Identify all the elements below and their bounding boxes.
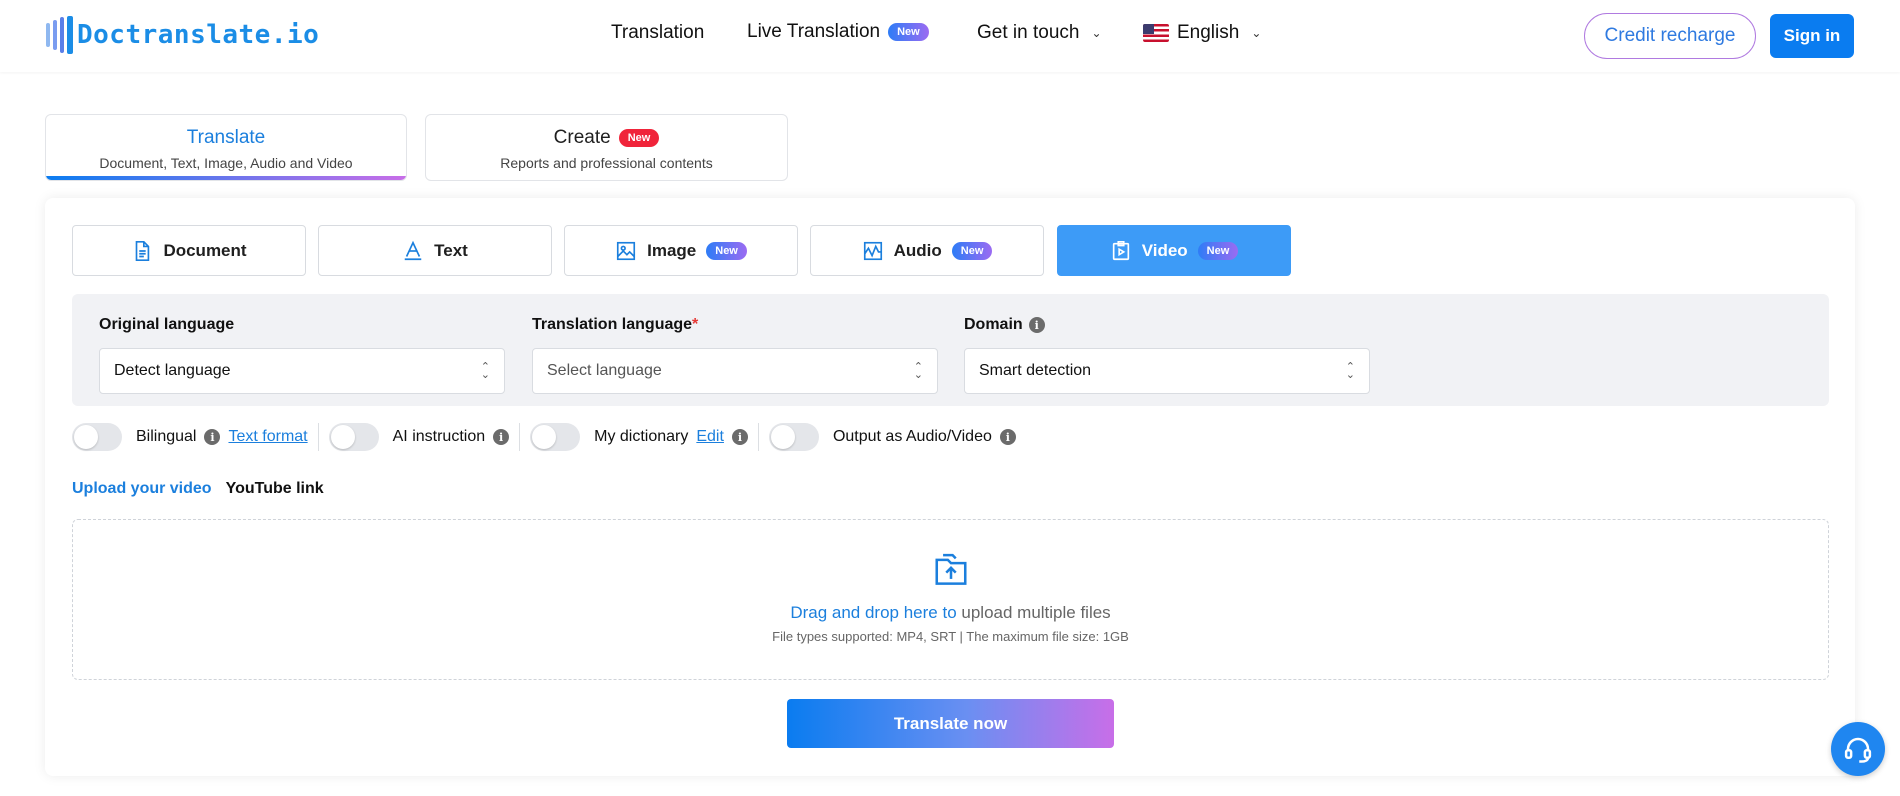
sign-in-button[interactable]: Sign in <box>1770 14 1854 58</box>
mode-create-subtitle: Reports and professional contents <box>500 155 713 171</box>
file-types-note: File types supported: MP4, SRT | The max… <box>772 629 1129 644</box>
translation-language-select[interactable]: Select language ⌃ ⌄ <box>532 348 938 394</box>
audio-icon <box>863 241 882 260</box>
domain-label: Domain <box>964 316 1023 333</box>
info-icon[interactable]: i <box>999 429 1016 445</box>
tab-youtube-link[interactable]: YouTube link <box>226 480 324 498</box>
translation-language-field: Translation language * Select language ⌃ ⌄ <box>532 314 938 394</box>
my-dictionary-option: My dictionary Edit i <box>530 423 758 451</box>
tab-image[interactable]: Image New <box>564 225 798 276</box>
logo-mark-icon <box>46 16 73 54</box>
ai-instruction-toggle[interactable] <box>328 423 379 451</box>
divider <box>519 423 521 451</box>
nav-translation[interactable]: Translation <box>611 22 704 44</box>
new-badge: New <box>1197 241 1239 260</box>
edit-dictionary-link[interactable]: Edit <box>696 428 724 446</box>
text-icon <box>404 240 422 260</box>
info-icon[interactable]: i <box>1028 317 1045 333</box>
bilingual-option: Bilingual i Text format <box>72 423 318 451</box>
domain-field: Domain i Smart detection ⌃ ⌄ <box>964 314 1370 394</box>
mode-create-title-row: Create New <box>426 127 787 149</box>
output-av-label: Output as Audio/Video <box>832 428 992 445</box>
new-badge: New <box>618 129 660 147</box>
tab-document-label: Document <box>163 240 247 260</box>
options-row: Bilingual i Text format AI instruction i… <box>72 422 1026 452</box>
language-settings: Original language Detect language ⌃ ⌄ Tra… <box>72 294 1829 406</box>
my-dictionary-toggle[interactable] <box>530 423 581 451</box>
translate-panel: Document Text Image New Audio New Video … <box>45 198 1855 776</box>
info-icon[interactable]: i <box>204 429 221 445</box>
nav-translation-label: Translation <box>611 22 705 43</box>
ai-instruction-label: AI instruction <box>392 428 486 445</box>
output-av-toggle[interactable] <box>768 423 819 451</box>
tab-audio-label: Audio <box>893 240 942 260</box>
nav-live-translation[interactable]: Live Translation New <box>747 21 929 43</box>
tab-audio[interactable]: Audio New <box>810 225 1044 276</box>
new-badge: New <box>951 241 993 260</box>
chevron-down-icon: ⌄ <box>1251 26 1262 40</box>
original-language-label: Original language <box>99 316 235 333</box>
mode-translate-card[interactable]: Translate Document, Text, Image, Audio a… <box>45 114 407 181</box>
original-language-value: Detect language <box>114 362 231 379</box>
tab-text-label: Text <box>434 240 468 260</box>
domain-value: Smart detection <box>979 362 1092 379</box>
original-language-field: Original language Detect language ⌃ ⌄ <box>99 314 505 394</box>
tab-video[interactable]: Video New <box>1057 225 1291 276</box>
logo-text: Doctranslate.io <box>77 20 320 50</box>
ai-instruction-option: AI instruction i <box>328 423 519 451</box>
video-icon <box>1112 240 1129 260</box>
info-icon[interactable]: i <box>493 429 510 445</box>
chevron-down-icon: ⌄ <box>1091 26 1102 40</box>
my-dictionary-label: My dictionary <box>594 428 689 445</box>
nav-live-translation-label: Live Translation <box>747 21 881 42</box>
new-badge: New <box>888 23 929 41</box>
divider <box>757 423 759 451</box>
select-arrows-icon: ⌃ ⌄ <box>913 361 923 381</box>
support-chat-button[interactable] <box>1831 722 1885 776</box>
language-selector-label: English <box>1177 22 1240 43</box>
info-icon[interactable]: i <box>731 429 748 445</box>
headset-icon <box>1844 737 1872 763</box>
translation-language-placeholder: Select language <box>547 362 662 379</box>
credit-recharge-button[interactable]: Credit recharge <box>1584 13 1756 59</box>
select-arrows-icon: ⌃ ⌄ <box>1345 361 1355 381</box>
upload-folder-icon <box>934 553 967 585</box>
upload-source-tabs: Upload your video YouTube link <box>72 480 324 498</box>
tab-upload-video[interactable]: Upload your video <box>72 480 212 498</box>
tab-video-label: Video <box>1141 240 1188 260</box>
bilingual-toggle[interactable] <box>72 423 122 451</box>
language-selector[interactable]: English ⌄ <box>1143 22 1261 44</box>
bilingual-label: Bilingual <box>136 428 197 445</box>
tab-image-label: Image <box>647 240 697 260</box>
text-format-link[interactable]: Text format <box>228 428 307 446</box>
image-icon <box>617 241 636 260</box>
select-arrows-icon: ⌃ ⌄ <box>480 361 490 381</box>
original-language-select[interactable]: Detect language ⌃ ⌄ <box>99 348 505 394</box>
mode-create-title: Create <box>553 127 611 148</box>
domain-label-row: Domain i <box>964 314 1370 336</box>
nav-get-in-touch-label: Get in touch <box>977 22 1080 43</box>
new-badge: New <box>706 241 747 260</box>
tab-document[interactable]: Document <box>72 225 306 276</box>
translation-language-label: Translation language <box>532 316 693 333</box>
drop-instruction-rest: upload multiple files <box>956 603 1111 622</box>
domain-select[interactable]: Smart detection ⌃ ⌄ <box>964 348 1370 394</box>
drop-instruction-highlight: Drag and drop here to <box>790 603 957 622</box>
mode-translate-subtitle: Document, Text, Image, Audio and Video <box>99 155 353 171</box>
translate-now-button[interactable]: Translate now <box>787 699 1114 748</box>
output-av-option: Output as Audio/Video i <box>768 423 1026 451</box>
required-mark: * <box>692 316 699 333</box>
us-flag-icon <box>1143 24 1169 42</box>
drop-instruction: Drag and drop here to upload multiple fi… <box>73 603 1828 623</box>
tab-text[interactable]: Text <box>318 225 552 276</box>
nav-get-in-touch[interactable]: Get in touch ⌄ <box>977 22 1102 44</box>
file-drop-zone[interactable]: Drag and drop here to upload multiple fi… <box>72 519 1829 680</box>
document-icon <box>136 240 150 261</box>
mode-create-card[interactable]: Create New Reports and professional cont… <box>425 114 788 181</box>
divider <box>317 423 319 451</box>
logo[interactable]: Doctranslate.io <box>46 16 319 54</box>
translation-language-label-row: Translation language * <box>532 314 938 336</box>
top-navbar: Doctranslate.io Translation Live Transla… <box>0 0 1900 72</box>
mode-translate-title: Translate <box>186 127 266 148</box>
